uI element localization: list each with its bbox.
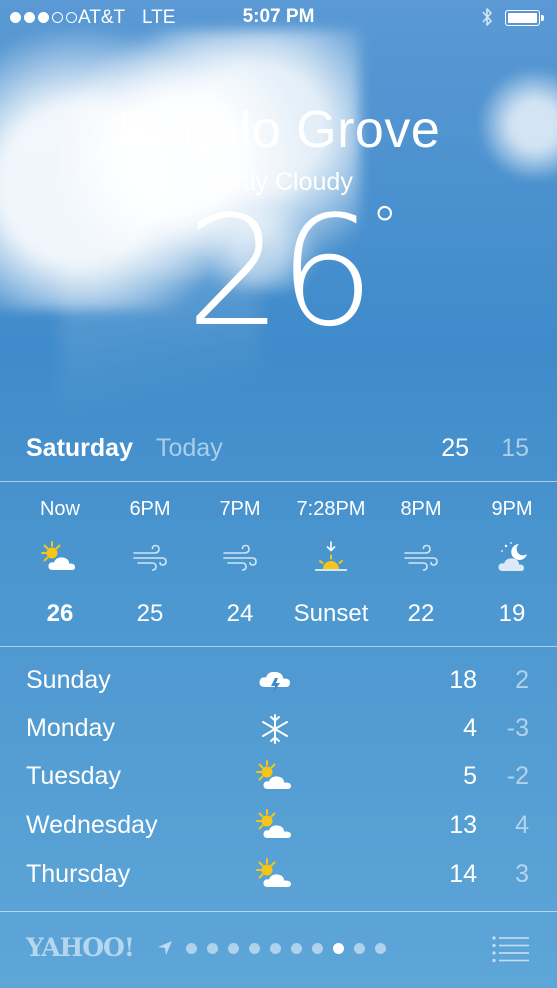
day-name: Tuesday <box>26 762 121 790</box>
today-high: 25 <box>441 434 469 462</box>
day-low: 3 <box>515 860 529 888</box>
partly-cloudy-icon <box>41 541 75 570</box>
day-row: Monday 4 -3 <box>0 705 557 753</box>
page-dot <box>291 943 302 954</box>
status-bar: AT&T LTE 5:07 PM <box>0 0 557 36</box>
wind-icon <box>223 544 257 571</box>
thunderstorm-icon <box>259 671 290 693</box>
day-low: -2 <box>506 762 529 790</box>
temperature-value: 26 <box>185 183 375 360</box>
hour-time: 7:28PM <box>296 498 366 520</box>
page-dot <box>186 943 197 954</box>
bottom-toolbar: YAHOO! <box>0 913 557 988</box>
bluetooth-icon <box>482 8 492 26</box>
day-name: Wednesday <box>26 811 158 839</box>
today-summary: Saturday Today 25 15 <box>0 430 557 470</box>
today-label: Today <box>156 434 223 462</box>
day-row: Wednesday 13 4 <box>0 802 557 850</box>
snowflake-icon <box>262 714 288 744</box>
page-dot <box>207 943 218 954</box>
hour-temperature: 19 <box>498 600 526 627</box>
page-dot <box>228 943 239 954</box>
list-icon[interactable] <box>491 935 529 963</box>
day-high: 4 <box>463 714 477 742</box>
degree-sign: ° <box>371 195 399 258</box>
night-partly-cloudy-icon <box>498 542 527 571</box>
hour-time: 7PM <box>219 498 261 520</box>
day-high: 13 <box>449 811 477 839</box>
page-dot <box>312 943 323 954</box>
day-high: 18 <box>449 666 477 694</box>
day-high: 5 <box>463 762 477 790</box>
day-low: 2 <box>515 666 529 694</box>
sunset-icon <box>315 541 347 571</box>
hour-time: 8PM <box>400 498 442 520</box>
status-time: 5:07 PM <box>242 6 315 27</box>
divider <box>0 646 557 647</box>
today-low: 15 <box>501 434 529 462</box>
today-day-name: Saturday <box>26 434 133 462</box>
page-dot <box>375 943 386 954</box>
current-temperature: 26 ° <box>0 196 557 348</box>
day-low: 4 <box>515 811 529 839</box>
battery-tip <box>541 15 544 21</box>
location-arrow-icon <box>158 941 172 955</box>
partly-cloudy-icon <box>256 809 291 838</box>
yahoo-logo[interactable]: YAHOO! <box>26 933 135 962</box>
partly-cloudy-icon <box>256 858 291 887</box>
day-row: Sunday 18 2 <box>0 657 557 705</box>
day-row: Tuesday 5 -2 <box>0 753 557 801</box>
page-dot <box>249 943 260 954</box>
hourly-forecast[interactable]: Now 26 6PM 25 7PM 24 7:28PM Sunset 8PM 2… <box>0 482 557 647</box>
day-high: 14 <box>449 860 477 888</box>
wind-icon <box>133 544 167 571</box>
city-name: Buffalo Grove <box>116 101 441 159</box>
battery-icon <box>505 10 540 26</box>
page-dot-active <box>333 943 344 954</box>
page-dot <box>270 943 281 954</box>
hour-time: Now <box>39 498 80 520</box>
page-dot <box>354 943 365 954</box>
day-row: Thursday 14 3 <box>0 851 557 899</box>
page-indicator[interactable] <box>186 943 386 954</box>
hour-time: 9PM <box>491 498 533 520</box>
day-name: Thursday <box>26 860 131 888</box>
day-low: -3 <box>506 714 529 742</box>
hour-time: 6PM <box>129 498 171 520</box>
divider <box>0 911 557 912</box>
day-name: Sunday <box>26 666 111 694</box>
partly-cloudy-icon <box>256 760 291 789</box>
day-name: Monday <box>26 714 115 742</box>
wind-icon <box>404 544 438 571</box>
